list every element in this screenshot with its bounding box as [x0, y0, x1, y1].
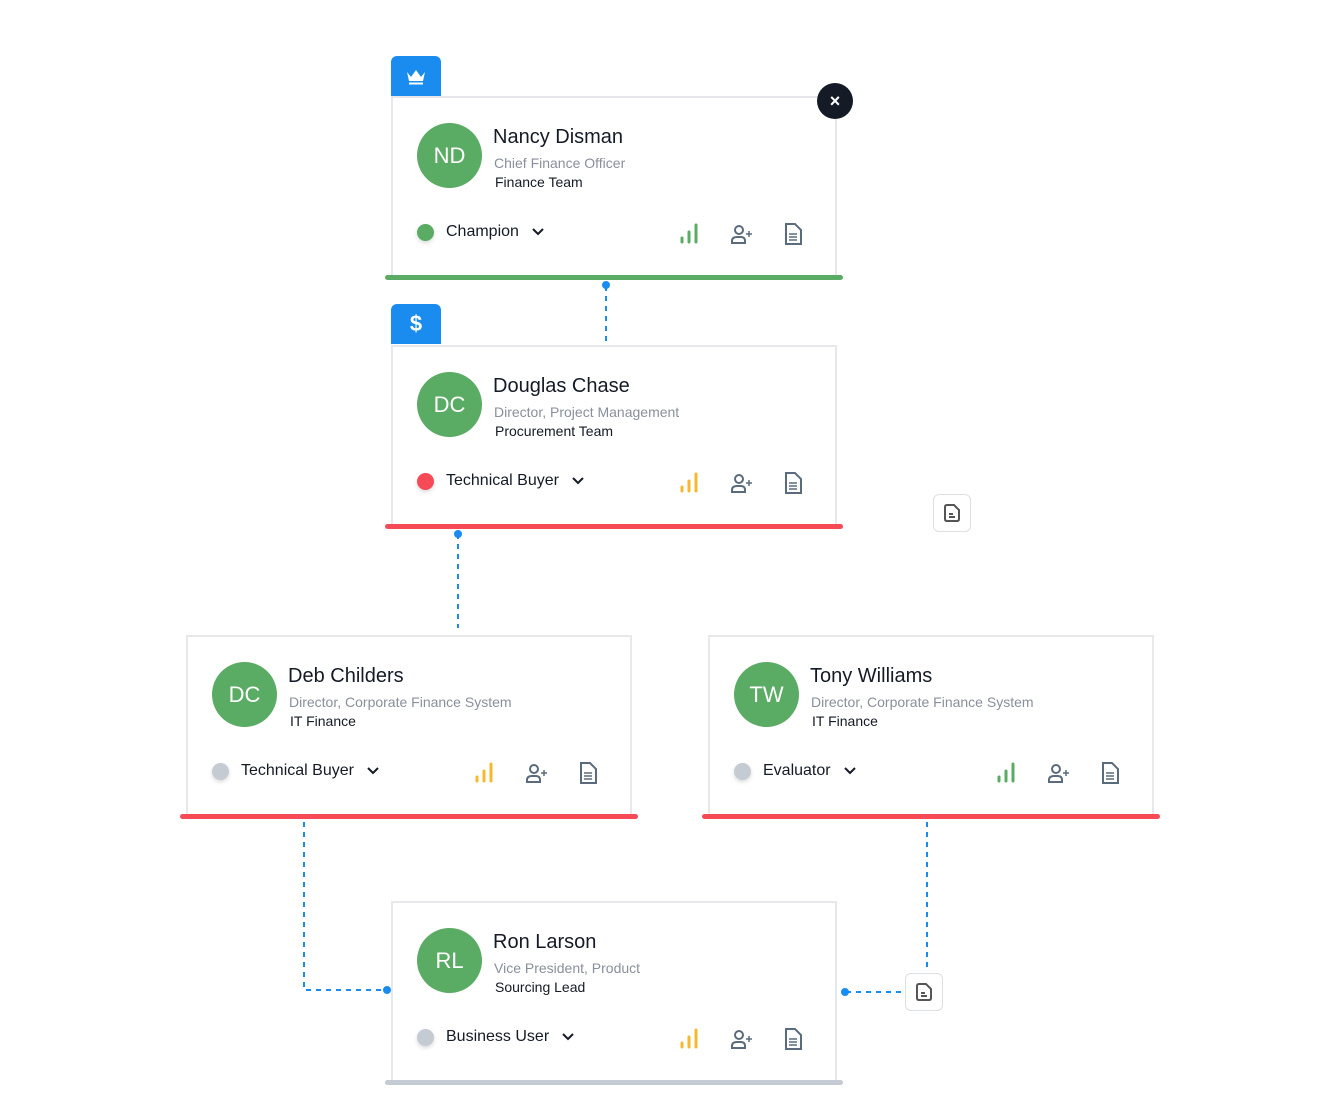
contact-team: IT Finance [812, 713, 878, 729]
avatar: TW [734, 662, 799, 727]
status-bar [702, 814, 1160, 819]
dollar-badge: $ [391, 304, 441, 344]
chevron-down-icon [572, 477, 584, 485]
contact-title: Chief Finance Officer [494, 155, 626, 171]
add-person-icon[interactable] [729, 222, 753, 246]
add-person-icon[interactable] [524, 761, 548, 785]
note-button[interactable] [933, 494, 971, 532]
status-dot [212, 762, 229, 780]
close-button[interactable]: × [817, 83, 853, 119]
document-icon[interactable] [576, 761, 600, 785]
document-icon[interactable] [781, 471, 805, 495]
status-bar [180, 814, 638, 819]
document-icon[interactable] [781, 1027, 805, 1051]
avatar: DC [417, 372, 482, 437]
avatar: ND [417, 123, 482, 188]
contact-card: DC Douglas Chase Director, Project Manag… [385, 345, 843, 529]
role-dropdown[interactable]: Champion [417, 223, 545, 241]
chevron-down-icon [843, 767, 856, 775]
role-label: Evaluator [763, 762, 831, 779]
status-dot [417, 472, 434, 490]
contact-name: Tony Williams [810, 665, 933, 687]
status-dot [417, 223, 434, 241]
status-dot [734, 762, 751, 780]
role-dropdown[interactable]: Technical Buyer [212, 762, 380, 780]
role-label: Champion [446, 223, 519, 240]
signal-strength-icon[interactable] [472, 761, 496, 785]
chevron-down-icon [532, 228, 544, 236]
contact-name: Nancy Disman [493, 126, 624, 148]
dollar-icon: $ [409, 311, 423, 336]
status-dot [417, 1028, 434, 1046]
chevron-down-icon [367, 767, 379, 775]
role-label: Technical Buyer [241, 762, 354, 779]
avatar: DC [212, 662, 277, 727]
signal-strength-icon[interactable] [677, 1027, 701, 1051]
document-icon[interactable] [781, 222, 805, 246]
status-bar [385, 524, 843, 529]
contact-title: Vice President, Product [494, 960, 641, 976]
add-person-icon[interactable] [729, 1027, 753, 1051]
contact-card: ND Nancy Disman Chief Finance Officer Fi… [385, 96, 843, 280]
signal-strength-icon[interactable] [677, 222, 701, 246]
contact-card: TW Tony Williams Director, Corporate Fin… [702, 635, 1160, 819]
role-dropdown[interactable]: Evaluator [734, 762, 857, 780]
contact-title: Director, Project Management [494, 404, 680, 420]
document-icon [944, 504, 960, 522]
contact-card: DC Deb Childers Director, Corporate Fina… [180, 635, 638, 819]
add-person-icon[interactable] [1046, 761, 1070, 785]
role-label: Business User [446, 1028, 550, 1045]
contact-team: Procurement Team [495, 423, 614, 439]
contact-title: Director, Corporate Finance System [289, 694, 512, 710]
contact-name: Ron Larson [493, 931, 597, 953]
note-button[interactable] [905, 973, 943, 1011]
contact-team: Finance Team [495, 174, 583, 190]
role-dropdown[interactable]: Technical Buyer [417, 472, 585, 490]
signal-strength-icon[interactable] [994, 761, 1018, 785]
status-bar [385, 1080, 843, 1085]
contact-name: Douglas Chase [493, 375, 630, 397]
document-icon[interactable] [1098, 761, 1122, 785]
status-bar [385, 275, 843, 280]
document-icon [916, 983, 932, 1001]
contact-name: Deb Childers [288, 665, 404, 687]
crown-icon [407, 70, 425, 85]
role-label: Technical Buyer [446, 472, 559, 489]
contact-title: Director, Corporate Finance System [811, 694, 1034, 710]
contact-team: Sourcing Lead [495, 979, 586, 995]
contact-team: IT Finance [290, 713, 356, 729]
avatar: RL [417, 928, 482, 993]
contact-card: RL Ron Larson Vice President, Product So… [385, 901, 843, 1085]
role-dropdown[interactable]: Business User [417, 1028, 575, 1046]
add-person-icon[interactable] [729, 471, 753, 495]
signal-strength-icon[interactable] [677, 471, 701, 495]
chevron-down-icon [562, 1033, 574, 1041]
crown-badge [391, 56, 441, 96]
